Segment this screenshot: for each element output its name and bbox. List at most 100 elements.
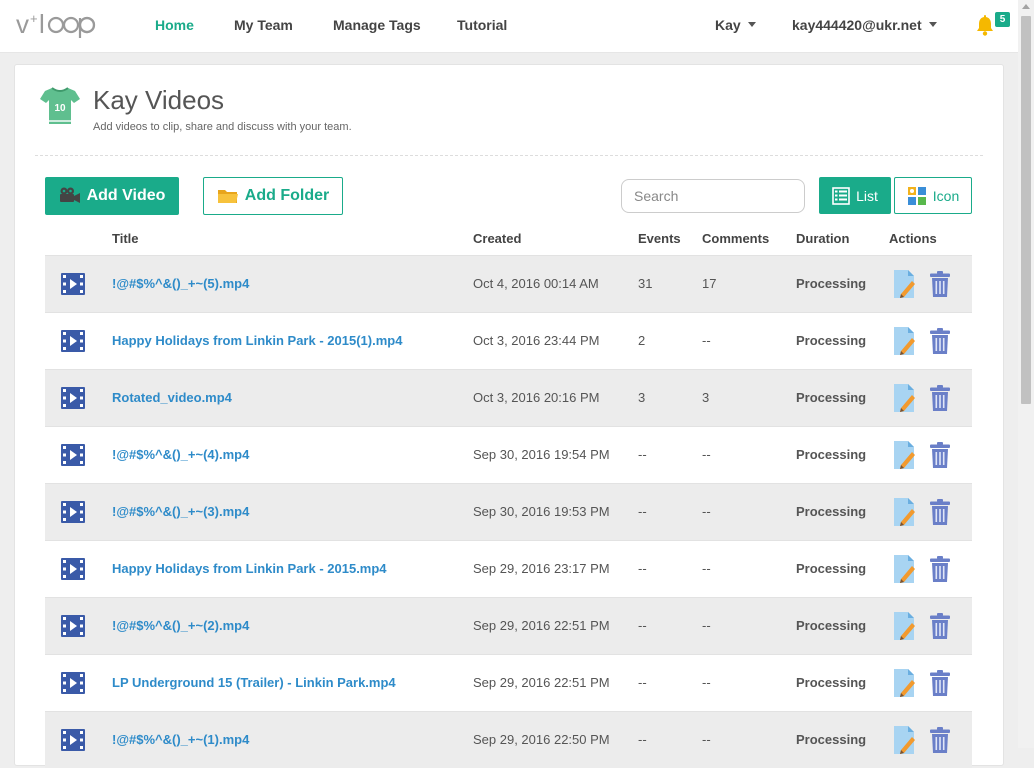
svg-text:+: + bbox=[30, 11, 38, 26]
trash-icon[interactable] bbox=[930, 328, 950, 354]
icon-view-button[interactable]: Icon bbox=[894, 177, 972, 214]
video-title-link[interactable]: !@#$%^&()_+~(1).mp4 bbox=[112, 732, 249, 747]
comments-count: -- bbox=[702, 504, 711, 519]
scrollbar-thumb[interactable] bbox=[1021, 16, 1031, 404]
chevron-down-icon bbox=[747, 22, 756, 27]
comments-count: 3 bbox=[702, 390, 710, 405]
events-count: -- bbox=[638, 504, 647, 519]
duration-status: Processing bbox=[796, 276, 867, 291]
trash-icon[interactable] bbox=[930, 385, 950, 411]
duration-status: Processing bbox=[796, 333, 867, 348]
video-title-link[interactable]: !@#$%^&()_+~(3).mp4 bbox=[112, 504, 249, 519]
jersey-icon: 10 bbox=[39, 85, 81, 127]
nav-home[interactable]: Home bbox=[155, 17, 194, 33]
edit-document-icon[interactable] bbox=[893, 725, 917, 755]
edit-document-icon[interactable] bbox=[893, 668, 917, 698]
nav-manage-tags[interactable]: Manage Tags bbox=[333, 17, 421, 33]
trash-icon[interactable] bbox=[930, 613, 950, 639]
comments-count: -- bbox=[702, 675, 711, 690]
list-view-button[interactable]: List bbox=[819, 177, 891, 214]
trash-icon[interactable] bbox=[930, 670, 950, 696]
events-count: 2 bbox=[638, 333, 646, 348]
video-title-link[interactable]: Rotated_video.mp4 bbox=[112, 390, 232, 405]
table-row: Rotated_video.mp4 Oct 3, 2016 20:16 PM 3 3 P… bbox=[45, 369, 972, 426]
edit-document-icon[interactable] bbox=[893, 383, 917, 413]
edit-document-icon[interactable] bbox=[893, 497, 917, 527]
table-row: Happy Holidays from Linkin Park - 2015.m… bbox=[45, 540, 972, 597]
duration-status: Processing bbox=[796, 390, 867, 405]
edit-document-icon[interactable] bbox=[893, 440, 917, 470]
user-menu-dropdown[interactable]: Kay bbox=[715, 17, 756, 33]
column-header-actions: Actions bbox=[889, 231, 937, 246]
film-icon bbox=[61, 444, 85, 466]
video-title-link[interactable]: !@#$%^&()_+~(4).mp4 bbox=[112, 447, 249, 462]
edit-document-icon[interactable] bbox=[893, 326, 917, 356]
duration-status: Processing bbox=[796, 732, 867, 747]
add-folder-button[interactable]: Add Folder bbox=[203, 177, 343, 215]
page-subtitle: Add videos to clip, share and discuss wi… bbox=[93, 121, 352, 133]
nav-tutorial[interactable]: Tutorial bbox=[457, 17, 507, 33]
add-video-button[interactable]: Add Video bbox=[45, 177, 179, 215]
created-date: Sep 29, 2016 23:17 PM bbox=[473, 561, 610, 576]
table-row: !@#$%^&()_+~(5).mp4 Oct 4, 2016 00:14 AM 3… bbox=[45, 255, 972, 312]
events-count: -- bbox=[638, 561, 647, 576]
search-input[interactable] bbox=[621, 179, 805, 213]
add-video-label: Add Video bbox=[86, 187, 166, 204]
created-date: Sep 29, 2016 22:51 PM bbox=[473, 675, 610, 690]
video-title-link[interactable]: !@#$%^&()_+~(2).mp4 bbox=[112, 618, 249, 633]
table-row: !@#$%^&()_+~(3).mp4 Sep 30, 2016 19:53 PM… bbox=[45, 483, 972, 540]
scroll-up-arrow-icon[interactable] bbox=[1022, 4, 1030, 9]
film-icon bbox=[61, 672, 85, 694]
trash-icon[interactable] bbox=[930, 556, 950, 582]
film-icon bbox=[61, 558, 85, 580]
video-title-link[interactable]: !@#$%^&()_+~(5).mp4 bbox=[112, 276, 249, 291]
events-count: -- bbox=[638, 618, 647, 633]
events-count: -- bbox=[638, 675, 647, 690]
page-scrollbar[interactable] bbox=[1018, 0, 1034, 748]
svg-text:v: v bbox=[16, 9, 29, 39]
chevron-down-icon bbox=[928, 22, 937, 27]
duration-status: Processing bbox=[796, 618, 867, 633]
list-view-label: List bbox=[856, 187, 878, 204]
column-header-title[interactable]: Title bbox=[112, 231, 139, 246]
top-navbar: v + l Home My Team Manage Tags Tutorial … bbox=[0, 0, 1018, 53]
created-date: Sep 30, 2016 19:53 PM bbox=[473, 504, 610, 519]
user-name: Kay bbox=[715, 17, 741, 33]
comments-count: -- bbox=[702, 732, 711, 747]
trash-icon[interactable] bbox=[930, 442, 950, 468]
created-date: Oct 3, 2016 23:44 PM bbox=[473, 333, 600, 348]
table-row: Happy Holidays from Linkin Park - 2015(1… bbox=[45, 312, 972, 369]
trash-icon[interactable] bbox=[930, 499, 950, 525]
video-title-link[interactable]: Happy Holidays from Linkin Park - 2015(1… bbox=[112, 333, 402, 348]
column-header-duration[interactable]: Duration bbox=[796, 231, 849, 246]
vloop-logo[interactable]: v + l bbox=[16, 6, 106, 42]
trash-icon[interactable] bbox=[930, 271, 950, 297]
edit-document-icon[interactable] bbox=[893, 554, 917, 584]
film-icon bbox=[61, 273, 85, 295]
video-title-link[interactable]: LP Underground 15 (Trailer) - Linkin Par… bbox=[112, 675, 396, 690]
edit-document-icon[interactable] bbox=[893, 269, 917, 299]
video-title-link[interactable]: Happy Holidays from Linkin Park - 2015.m… bbox=[112, 561, 387, 576]
edit-document-icon[interactable] bbox=[893, 611, 917, 641]
table-row: !@#$%^&()_+~(4).mp4 Sep 30, 2016 19:54 PM… bbox=[45, 426, 972, 483]
folder-icon bbox=[217, 187, 239, 205]
icon-grid-icon bbox=[907, 186, 927, 206]
column-header-created[interactable]: Created bbox=[473, 231, 521, 246]
videos-panel: 10 Kay Videos Add videos to clip, share … bbox=[14, 64, 1004, 768]
jersey-number: 10 bbox=[54, 103, 66, 114]
created-date: Oct 3, 2016 20:16 PM bbox=[473, 390, 600, 405]
column-header-events[interactable]: Events bbox=[638, 231, 681, 246]
events-count: 31 bbox=[638, 276, 653, 291]
events-count: 3 bbox=[638, 390, 646, 405]
film-icon bbox=[61, 501, 85, 523]
trash-icon[interactable] bbox=[930, 727, 950, 753]
nav-my-team[interactable]: My Team bbox=[234, 17, 293, 33]
duration-status: Processing bbox=[796, 561, 867, 576]
column-header-comments[interactable]: Comments bbox=[702, 231, 769, 246]
table-row: !@#$%^&()_+~(2).mp4 Sep 29, 2016 22:51 PM… bbox=[45, 597, 972, 654]
bell-icon[interactable] bbox=[975, 15, 995, 37]
events-count: -- bbox=[638, 447, 647, 462]
created-date: Sep 29, 2016 22:50 PM bbox=[473, 732, 610, 747]
account-menu-dropdown[interactable]: kay444420@ukr.net bbox=[792, 17, 937, 33]
comments-count: -- bbox=[702, 561, 711, 576]
